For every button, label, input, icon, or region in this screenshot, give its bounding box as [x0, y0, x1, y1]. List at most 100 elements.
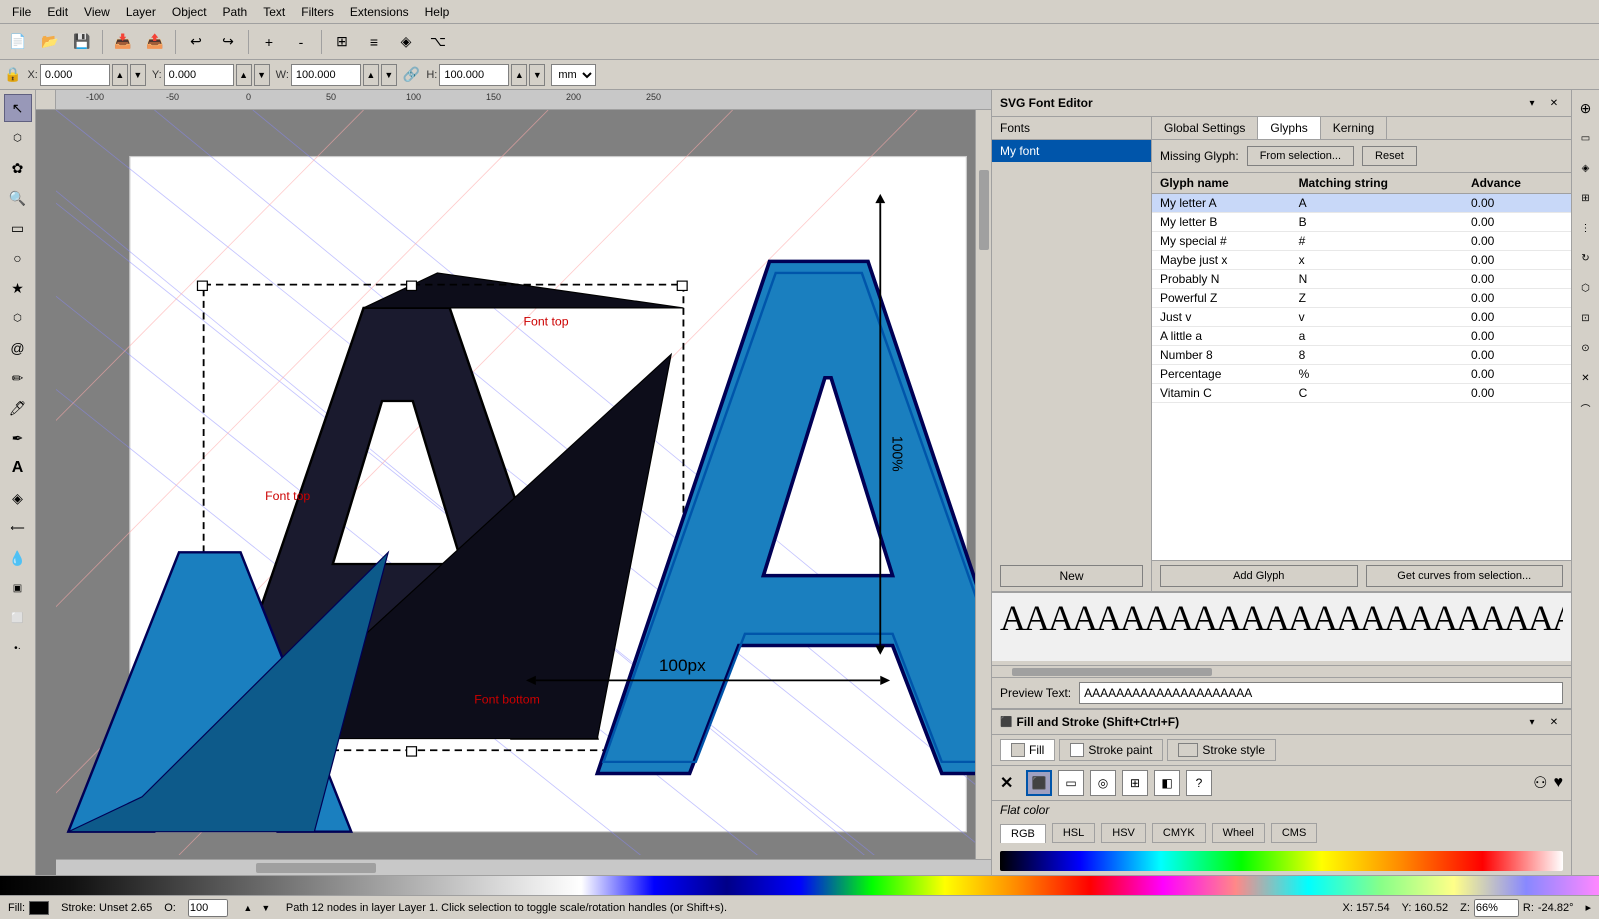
vertical-scrollbar[interactable]	[975, 110, 991, 859]
expand-panel[interactable]: ▸	[1585, 901, 1591, 914]
x-decrement[interactable]: ▼	[130, 64, 146, 86]
tab-kerning[interactable]: Kerning	[1321, 117, 1387, 139]
snap-nodes[interactable]: ◈	[1572, 154, 1599, 182]
opacity-input[interactable]	[188, 899, 228, 917]
flat-color-button[interactable]: ⬛	[1026, 770, 1052, 796]
snap-midpoints[interactable]: ⊡	[1572, 304, 1599, 332]
fill-stroke-minimize[interactable]: ▾	[1523, 713, 1541, 731]
preview-scroll-thumb[interactable]	[1012, 668, 1212, 676]
from-selection-button[interactable]: From selection...	[1247, 146, 1354, 166]
fill-none-button[interactable]: ✕	[1000, 773, 1020, 793]
new-font-button[interactable]: New	[1000, 565, 1143, 587]
export-button[interactable]: 📤	[141, 28, 169, 56]
glyph-table[interactable]: Glyph name Matching string Advance My le…	[1152, 173, 1571, 560]
eraser-tool[interactable]: ⬜	[4, 604, 32, 632]
lock-icon[interactable]: 🔒	[4, 66, 21, 83]
preview-input[interactable]	[1079, 682, 1563, 704]
cms-button[interactable]: CMS	[1271, 823, 1317, 843]
hsv-button[interactable]: HSV	[1101, 823, 1146, 843]
stroke-paint-checkbox[interactable]	[1070, 743, 1084, 757]
connector-tool[interactable]: ⟵	[4, 514, 32, 542]
canvas-container[interactable]: 100px 100% Font top Font bottom Font top	[56, 110, 991, 855]
w-decrement[interactable]: ▼	[381, 64, 397, 86]
pattern-button[interactable]: ⊞	[1122, 770, 1148, 796]
tab-global-settings[interactable]: Global Settings	[1152, 117, 1258, 139]
transform-button[interactable]: ⊞	[328, 28, 356, 56]
fill-tab[interactable]: Fill	[1000, 739, 1055, 761]
h-input[interactable]	[439, 64, 509, 86]
y-input[interactable]	[164, 64, 234, 86]
x-increment[interactable]: ▲	[112, 64, 128, 86]
spiral-tool[interactable]: @	[4, 334, 32, 362]
pencil-tool[interactable]: ✏	[4, 364, 32, 392]
zoom-tool[interactable]: 🔍	[4, 184, 32, 212]
snap-intersections[interactable]: ✕	[1572, 364, 1599, 392]
menu-filters[interactable]: Filters	[293, 3, 342, 21]
new-document-button[interactable]: 📄	[4, 28, 32, 56]
rect-tool[interactable]: ▭	[4, 214, 32, 242]
xml-editor-button[interactable]: ⌥	[424, 28, 452, 56]
h-decrement[interactable]: ▼	[529, 64, 545, 86]
save-button[interactable]: 💾	[68, 28, 96, 56]
snap-page[interactable]: ⬡	[1572, 274, 1599, 302]
h-increment[interactable]: ▲	[511, 64, 527, 86]
selector-tool[interactable]: ↖	[4, 94, 32, 122]
y-decrement[interactable]: ▼	[254, 64, 270, 86]
x-input[interactable]	[40, 64, 110, 86]
table-row[interactable]: Number 8 8 0.00	[1152, 346, 1571, 365]
undo-button[interactable]: ↩	[182, 28, 210, 56]
paint-bucket-tool[interactable]: ▣	[4, 574, 32, 602]
swatches-bar[interactable]	[0, 875, 1599, 895]
fill-checkbox[interactable]	[1011, 743, 1025, 757]
add-glyph-button[interactable]: Add Glyph	[1160, 565, 1358, 587]
calligraphy-tool[interactable]: ✒	[4, 424, 32, 452]
table-row[interactable]: My letter A A 0.00	[1152, 194, 1571, 213]
menu-text[interactable]: Text	[255, 3, 293, 21]
menu-layer[interactable]: Layer	[118, 3, 164, 21]
tweak-tool[interactable]: ✿	[4, 154, 32, 182]
table-row[interactable]: My letter B B 0.00	[1152, 213, 1571, 232]
zoom-in-button[interactable]: +	[255, 28, 283, 56]
snap-tangents[interactable]: ⌒	[1572, 394, 1599, 422]
cmyk-button[interactable]: CMYK	[1152, 823, 1206, 843]
preview-scrollbar[interactable]	[992, 665, 1571, 677]
menu-path[interactable]: Path	[215, 3, 256, 21]
unknown-fill-button[interactable]: ?	[1186, 770, 1212, 796]
swatch-button[interactable]: ◧	[1154, 770, 1180, 796]
menu-help[interactable]: Help	[417, 3, 458, 21]
get-curves-button[interactable]: Get curves from selection...	[1366, 565, 1564, 587]
import-button[interactable]: 📥	[109, 28, 137, 56]
node-tool[interactable]: ⬡	[4, 124, 32, 152]
linear-gradient-button[interactable]: ▭	[1058, 770, 1084, 796]
nodes-button[interactable]: ◈	[392, 28, 420, 56]
open-button[interactable]: 📂	[36, 28, 64, 56]
hsl-button[interactable]: HSL	[1052, 823, 1095, 843]
aspect-ratio-lock-icon[interactable]: 🔗	[403, 66, 420, 83]
opacity-increment[interactable]: ▲	[240, 900, 256, 916]
opacity-decrement[interactable]: ▼	[258, 900, 274, 916]
font-item-my-font[interactable]: My font	[992, 140, 1151, 162]
horizontal-scroll-thumb[interactable]	[256, 863, 376, 873]
y-increment[interactable]: ▲	[236, 64, 252, 86]
font-editor-minimize[interactable]: ▾	[1523, 94, 1541, 112]
ellipse-tool[interactable]: ○	[4, 244, 32, 272]
snap-centers[interactable]: ⊙	[1572, 334, 1599, 362]
wheel-button[interactable]: Wheel	[1212, 823, 1265, 843]
rgb-button[interactable]: RGB	[1000, 824, 1046, 843]
table-row[interactable]: Just v v 0.00	[1152, 308, 1571, 327]
gradient-tool[interactable]: ◈	[4, 484, 32, 512]
snap-bbox[interactable]: ▭	[1572, 124, 1599, 152]
menu-extensions[interactable]: Extensions	[342, 3, 417, 21]
star-tool[interactable]: ★	[4, 274, 32, 302]
redo-button[interactable]: ↪	[214, 28, 242, 56]
spray-tool[interactable]: •·	[4, 634, 32, 662]
snap-guide[interactable]: ⊞	[1572, 184, 1599, 212]
zoom-input[interactable]	[1474, 899, 1519, 917]
reset-button[interactable]: Reset	[1362, 146, 1417, 166]
font-editor-close[interactable]: ✕	[1545, 94, 1563, 112]
table-row[interactable]: Maybe just x x 0.00	[1152, 251, 1571, 270]
fill-stroke-close[interactable]: ✕	[1545, 713, 1563, 731]
menu-view[interactable]: View	[76, 3, 118, 21]
menu-edit[interactable]: Edit	[39, 3, 76, 21]
table-row[interactable]: Powerful Z Z 0.00	[1152, 289, 1571, 308]
